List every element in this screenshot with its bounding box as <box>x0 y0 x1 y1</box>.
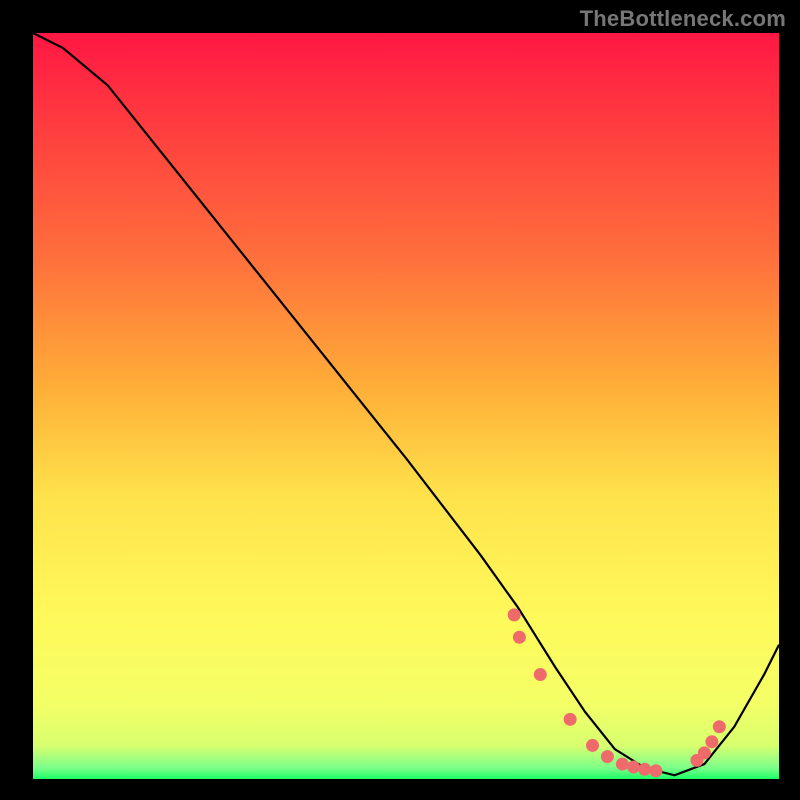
data-point <box>713 720 726 733</box>
data-point <box>638 763 651 776</box>
gradient-background <box>33 33 779 779</box>
data-point <box>601 750 614 763</box>
data-point <box>513 631 526 644</box>
data-point <box>705 735 718 748</box>
data-point <box>616 758 629 771</box>
data-point <box>627 761 640 774</box>
chart-frame: TheBottleneck.com <box>0 0 800 800</box>
data-point <box>649 764 662 777</box>
data-point <box>698 746 711 759</box>
data-point <box>586 739 599 752</box>
data-point <box>508 608 521 621</box>
bottleneck-chart <box>0 0 800 800</box>
data-point <box>564 713 577 726</box>
data-point <box>534 668 547 681</box>
